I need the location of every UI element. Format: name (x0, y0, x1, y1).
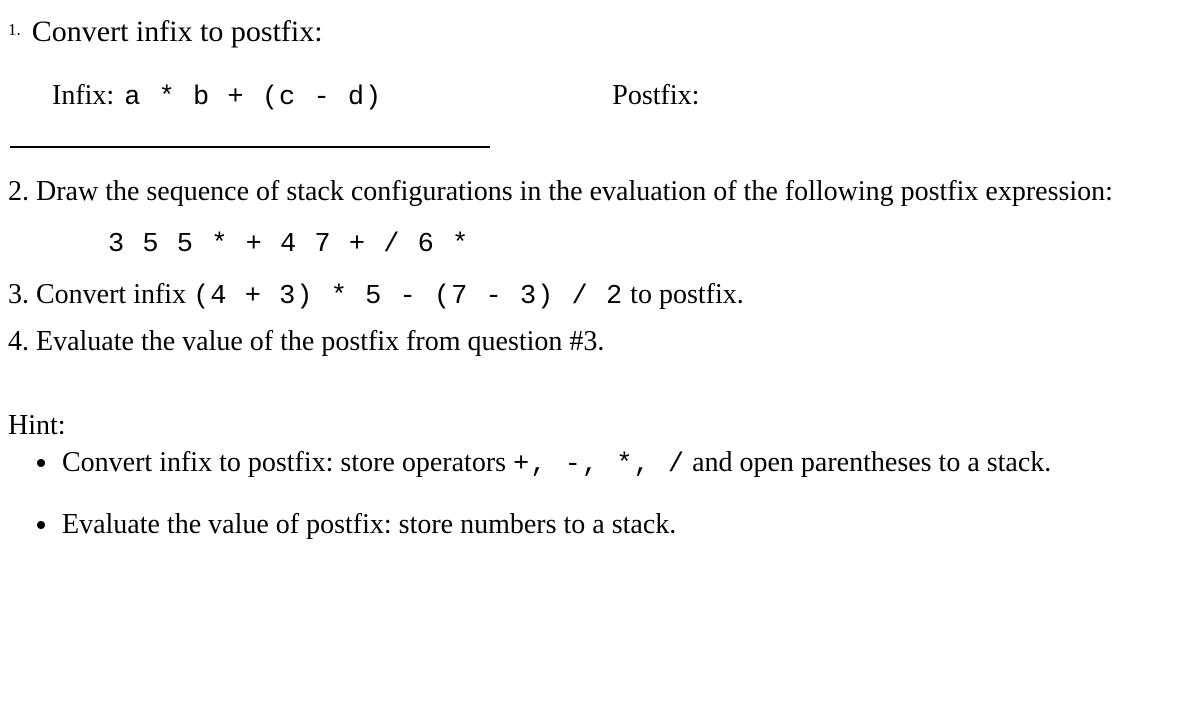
postfix-label: Postfix: (612, 76, 699, 117)
q1-text: Convert infix to postfix: (32, 15, 323, 48)
question-2: 2. Draw the sequence of stack configurat… (8, 172, 1192, 213)
hint-bullet-1: Convert infix to postfix: store operator… (60, 447, 1192, 481)
infix-expression: a * b + (c - d) (124, 79, 382, 118)
infix-postfix-row: Infix: a * b + (c - d) Postfix: (52, 76, 1192, 118)
q3-suffix: to postfix. (623, 279, 744, 310)
q1-number: 1. (8, 10, 21, 43)
q3-prefix: 3. Convert infix (8, 279, 193, 310)
divider-line (10, 146, 490, 148)
q2-text: 2. Draw the sequence of stack configurat… (8, 176, 1113, 207)
hint2-text: Evaluate the value of postfix: store num… (62, 509, 676, 540)
infix-label: Infix: (52, 76, 114, 117)
hint1-operators: +, -, *, / (513, 450, 685, 480)
q4-text: 4. Evaluate the value of the postfix fro… (8, 326, 604, 357)
q2-expression: 3 5 5 * + 4 7 + / 6 * (108, 226, 1192, 265)
hint-bullet-2: Evaluate the value of postfix: store num… (60, 509, 1192, 541)
hint1-suffix: and open parentheses to a stack. (685, 447, 1051, 478)
hint-header: Hint: (8, 406, 1192, 447)
question-3: 3. Convert infix (4 + 3) * 5 - (7 - 3) /… (8, 275, 1192, 317)
question-1-heading: 1. Convert infix to postfix: (8, 10, 1192, 54)
q3-expression: (4 + 3) * 5 - (7 - 3) / 2 (193, 282, 623, 312)
question-4: 4. Evaluate the value of the postfix fro… (8, 322, 1192, 363)
hint1-prefix: Convert infix to postfix: store operator… (62, 447, 513, 478)
hint-list: Convert infix to postfix: store operator… (60, 447, 1192, 541)
